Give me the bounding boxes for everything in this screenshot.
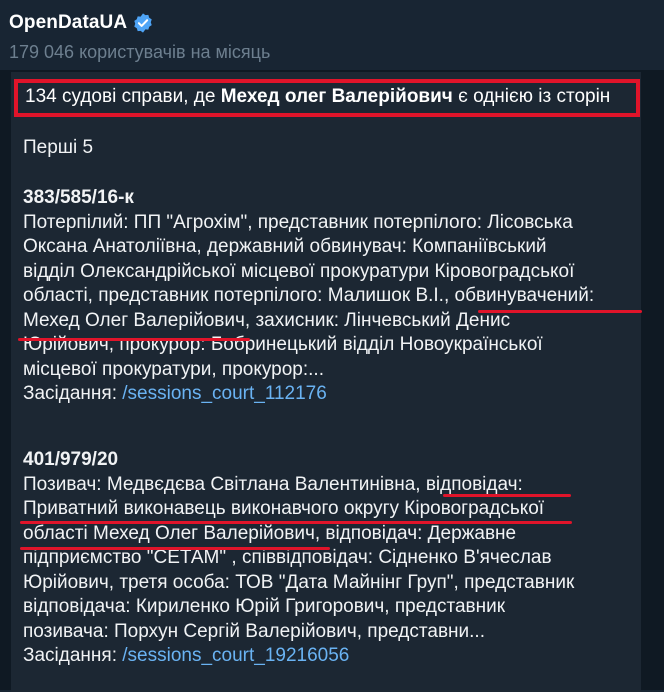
case-number: 383/585/16-к bbox=[23, 187, 134, 208]
session-link[interactable]: /sessions_court_112176 bbox=[122, 383, 327, 404]
session-row: Засідання: /sessions_court_19216056 bbox=[23, 644, 648, 669]
case-line: Оксана Анатоліївна, державний обвинувач:… bbox=[23, 236, 547, 257]
case-line: Потерпілий: ПП "Агрохім", представник по… bbox=[23, 211, 573, 233]
case-number: 401/979/20 bbox=[23, 449, 119, 470]
case-line: місцевої прокуратури, прокурор:... bbox=[23, 358, 324, 380]
case-line: Приватний виконавець виконавчого округу … bbox=[23, 498, 545, 519]
verified-badge-icon bbox=[134, 13, 152, 33]
case-line: відділ Олександрійської місцевої прокура… bbox=[23, 260, 575, 282]
headline-person-name: Мехед олег Валерійович bbox=[220, 86, 453, 107]
subscriber-count: 179 046 користувачів на місяць bbox=[9, 42, 271, 62]
session-label: Засідання: bbox=[23, 383, 123, 404]
case-line: відповідача: Кириленко Юрій Григорович, … bbox=[23, 596, 506, 617]
session-row: Засідання: /sessions_court_112176 bbox=[23, 382, 648, 407]
channel-header: OpenDataUA 179 046 користувачів на місяц… bbox=[9, 8, 270, 63]
case-line: області, представник потерпілого: Малишо… bbox=[23, 285, 595, 306]
case-line: Юрійович, третя особа: ТОВ "Дата Майнінг… bbox=[23, 571, 575, 593]
highlight-underline bbox=[443, 494, 571, 497]
highlight-underline bbox=[18, 338, 250, 341]
case-block: 383/585/16-к Потерпілий: ПП "Агрохім", п… bbox=[23, 186, 648, 407]
highlight-underline bbox=[20, 547, 330, 550]
channel-name[interactable]: OpenDataUA bbox=[9, 12, 127, 34]
case-block: 401/979/20 Позивач: Медвєдєва Світлана В… bbox=[23, 448, 648, 669]
highlight-underline bbox=[478, 310, 642, 313]
first-n-label: Перші 5 bbox=[23, 137, 94, 158]
case-line: позивача: Порхун Сергій Валерійович, пре… bbox=[23, 620, 485, 642]
headline-post: є однією із сторін bbox=[452, 86, 611, 107]
session-label: Засідання: bbox=[23, 645, 123, 666]
message-headline: 134 судові справи, де Мехед олег Валерій… bbox=[25, 85, 610, 109]
case-line: Юрійович, прокурор: Бобринецький відділ … bbox=[23, 334, 543, 355]
session-link[interactable]: /sessions_court_19216056 bbox=[122, 645, 349, 666]
headline-pre: 134 судові справи, де bbox=[25, 86, 221, 107]
case-line: області Мехед Олег Валерійович, відповід… bbox=[23, 522, 517, 544]
highlight-underline bbox=[20, 521, 572, 524]
